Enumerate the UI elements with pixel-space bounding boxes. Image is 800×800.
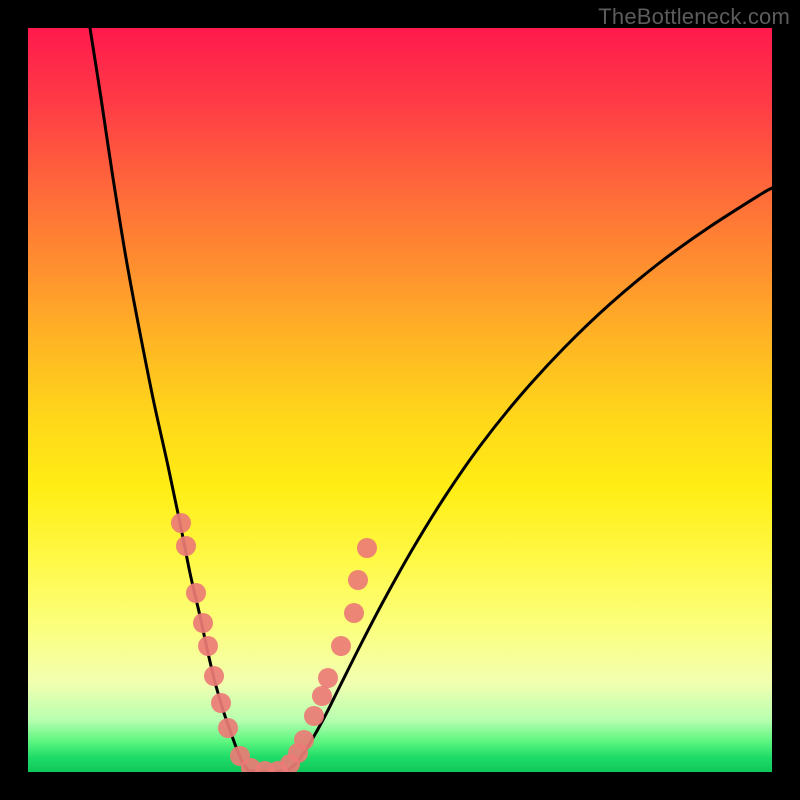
marker-dot (344, 603, 364, 623)
marker-dot (211, 693, 231, 713)
chart-svg (28, 28, 772, 772)
marker-dot (294, 730, 314, 750)
marker-dot (357, 538, 377, 558)
marker-dot (193, 613, 213, 633)
curve-path (90, 28, 772, 772)
marker-dot (304, 706, 324, 726)
marker-dot (318, 668, 338, 688)
marker-dot (171, 513, 191, 533)
marker-dot (204, 666, 224, 686)
watermark-text: TheBottleneck.com (598, 4, 790, 30)
marker-dot (331, 636, 351, 656)
marker-dot (218, 718, 238, 738)
chart-plot-area (28, 28, 772, 772)
marker-points (171, 513, 377, 772)
marker-dot (186, 583, 206, 603)
marker-dot (198, 636, 218, 656)
marker-dot (176, 536, 196, 556)
bottleneck-curve (90, 28, 772, 772)
marker-dot (348, 570, 368, 590)
marker-dot (312, 686, 332, 706)
